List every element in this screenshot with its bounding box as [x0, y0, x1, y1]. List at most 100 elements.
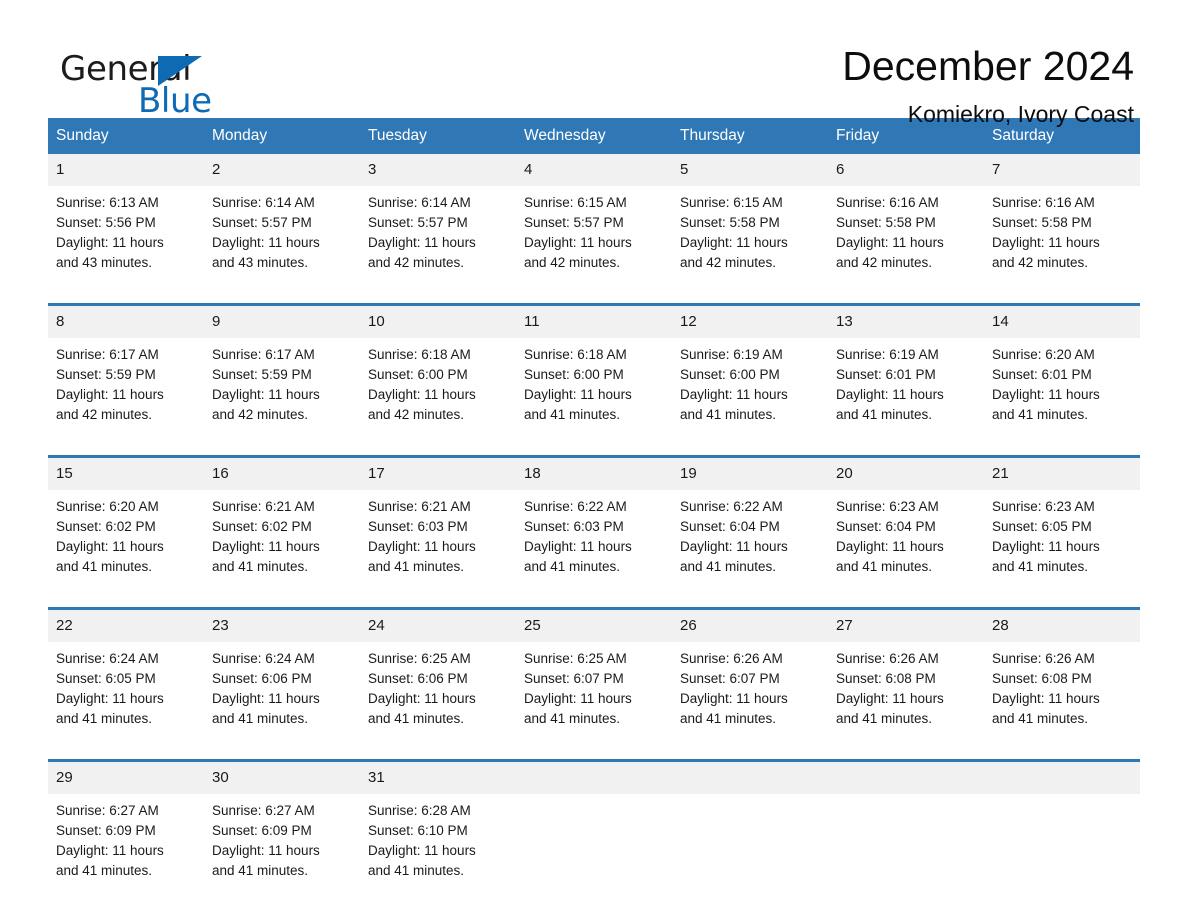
sunset-time: Sunset: 5:57 PM: [368, 215, 468, 230]
sunset-time: Sunset: 6:08 PM: [836, 671, 936, 686]
calendar-day-cell[interactable]: 5 Sunrise: 6:15 AM Sunset: 5:58 PM Daylight…: [672, 154, 828, 285]
day-details: Sunrise: 6:23 AM Sunset: 6:04 PM Daylight:…: [828, 490, 984, 589]
calendar-week-row: 22 Sunrise: 6:24 AM Sunset: 6:05 PM Dayligh…: [48, 607, 1140, 741]
calendar-day-cell[interactable]: 27 Sunrise: 6:26 AM Sunset: 6:08 PM Dayligh…: [828, 610, 984, 741]
daylight-duration-line2: and 42 minutes.: [368, 255, 465, 270]
daylight-duration-line2: and 42 minutes.: [680, 255, 777, 270]
page-header: General Blue December 2024 Komiekro, Ivo…: [48, 0, 1140, 127]
daylight-duration-line1: Daylight: 11 hours: [212, 539, 320, 554]
daylight-duration-line2: and 41 minutes.: [836, 407, 933, 422]
calendar-day-cell[interactable]: 9 Sunrise: 6:17 AM Sunset: 5:59 PM Daylight…: [204, 306, 360, 437]
sunrise-time: Sunrise: 6:26 AM: [680, 651, 783, 666]
daylight-duration-line2: and 41 minutes.: [680, 559, 777, 574]
weekday-header-wednesday: Wednesday: [524, 127, 606, 144]
calendar-day-cell[interactable]: 21 Sunrise: 6:23 AM Sunset: 6:05 PM Dayligh…: [984, 458, 1140, 589]
calendar-day-cell[interactable]: 24 Sunrise: 6:25 AM Sunset: 6:06 PM Dayligh…: [360, 610, 516, 741]
calendar-day-cell[interactable]: 8 Sunrise: 6:17 AM Sunset: 5:59 PM Daylight…: [48, 306, 204, 437]
daylight-duration-line2: and 42 minutes.: [524, 255, 621, 270]
calendar-day-cell[interactable]: 3 Sunrise: 6:14 AM Sunset: 5:57 PM Daylight…: [360, 154, 516, 285]
sunset-time: Sunset: 6:10 PM: [368, 823, 468, 838]
daylight-duration-line1: Daylight: 11 hours: [524, 539, 632, 554]
calendar-day-cell-empty: [828, 762, 984, 893]
sunrise-time: Sunrise: 6:19 AM: [680, 347, 783, 362]
calendar-day-cell[interactable]: 23 Sunrise: 6:24 AM Sunset: 6:06 PM Dayligh…: [204, 610, 360, 741]
daylight-duration-line2: and 41 minutes.: [524, 559, 621, 574]
day-details: Sunrise: 6:23 AM Sunset: 6:05 PM Daylight:…: [984, 490, 1140, 589]
day-details: Sunrise: 6:14 AM Sunset: 5:57 PM Daylight:…: [360, 186, 516, 285]
daylight-duration-line1: Daylight: 11 hours: [56, 691, 164, 706]
day-details: Sunrise: 6:14 AM Sunset: 5:57 PM Daylight:…: [204, 186, 360, 285]
sunset-time: Sunset: 6:00 PM: [680, 367, 780, 382]
calendar-day-cell[interactable]: 1 Sunrise: 6:13 AM Sunset: 5:56 PM Daylight…: [48, 154, 204, 285]
calendar-day-cell[interactable]: 14 Sunrise: 6:20 AM Sunset: 6:01 PM Dayligh…: [984, 306, 1140, 437]
day-number: 30: [204, 762, 360, 794]
sunrise-time: Sunrise: 6:20 AM: [56, 499, 159, 514]
day-details: Sunrise: 6:21 AM Sunset: 6:03 PM Daylight:…: [360, 490, 516, 589]
calendar-day-cell[interactable]: 31 Sunrise: 6:28 AM Sunset: 6:10 PM Dayligh…: [360, 762, 516, 893]
calendar-day-cell[interactable]: 16 Sunrise: 6:21 AM Sunset: 6:02 PM Dayligh…: [204, 458, 360, 589]
calendar-day-cell[interactable]: 2 Sunrise: 6:14 AM Sunset: 5:57 PM Daylight…: [204, 154, 360, 285]
calendar-day-cell[interactable]: 25 Sunrise: 6:25 AM Sunset: 6:07 PM Dayligh…: [516, 610, 672, 741]
calendar-day-cell[interactable]: 10 Sunrise: 6:18 AM Sunset: 6:00 PM Dayligh…: [360, 306, 516, 437]
daylight-duration-line1: Daylight: 11 hours: [56, 539, 164, 554]
generalblue-logo[interactable]: General Blue: [60, 42, 260, 120]
sunrise-time: Sunrise: 6:24 AM: [212, 651, 315, 666]
sunset-time: Sunset: 5:56 PM: [56, 215, 156, 230]
sunset-time: Sunset: 6:02 PM: [212, 519, 312, 534]
calendar-day-cell-empty: [984, 762, 1140, 893]
calendar-day-cell[interactable]: 29 Sunrise: 6:27 AM Sunset: 6:09 PM Dayligh…: [48, 762, 204, 893]
calendar-day-cell[interactable]: 11 Sunrise: 6:18 AM Sunset: 6:00 PM Dayligh…: [516, 306, 672, 437]
sunrise-sunset-calendar: Sunday Monday Tuesday Wednesday Thursday…: [48, 118, 1140, 911]
daylight-duration-line1: Daylight: 11 hours: [836, 235, 944, 250]
calendar-day-cell[interactable]: 30 Sunrise: 6:27 AM Sunset: 6:09 PM Dayligh…: [204, 762, 360, 893]
day-number: 13: [828, 306, 984, 338]
calendar-day-cell[interactable]: 15 Sunrise: 6:20 AM Sunset: 6:02 PM Dayligh…: [48, 458, 204, 589]
sunset-time: Sunset: 5:58 PM: [680, 215, 780, 230]
calendar-day-cell[interactable]: 4 Sunrise: 6:15 AM Sunset: 5:57 PM Daylight…: [516, 154, 672, 285]
day-number: 26: [672, 610, 828, 642]
day-details: [828, 794, 984, 813]
daylight-duration-line1: Daylight: 11 hours: [368, 691, 476, 706]
sunrise-time: Sunrise: 6:24 AM: [56, 651, 159, 666]
sunrise-time: Sunrise: 6:27 AM: [212, 803, 315, 818]
sunrise-time: Sunrise: 6:22 AM: [680, 499, 783, 514]
sunrise-time: Sunrise: 6:15 AM: [524, 195, 627, 210]
calendar-day-cell[interactable]: 6 Sunrise: 6:16 AM Sunset: 5:58 PM Daylight…: [828, 154, 984, 285]
week-row-spacer: [48, 741, 1140, 759]
sunrise-time: Sunrise: 6:14 AM: [368, 195, 471, 210]
sunrise-time: Sunrise: 6:17 AM: [56, 347, 159, 362]
calendar-day-cell[interactable]: 19 Sunrise: 6:22 AM Sunset: 6:04 PM Dayligh…: [672, 458, 828, 589]
calendar-day-cell[interactable]: 26 Sunrise: 6:26 AM Sunset: 6:07 PM Dayligh…: [672, 610, 828, 741]
sunrise-time: Sunrise: 6:26 AM: [836, 651, 939, 666]
daylight-duration-line1: Daylight: 11 hours: [524, 691, 632, 706]
sunrise-time: Sunrise: 6:23 AM: [992, 499, 1095, 514]
daylight-duration-line2: and 41 minutes.: [212, 559, 309, 574]
sunrise-time: Sunrise: 6:25 AM: [524, 651, 627, 666]
calendar-day-cell[interactable]: 18 Sunrise: 6:22 AM Sunset: 6:03 PM Dayligh…: [516, 458, 672, 589]
day-number: [516, 762, 672, 794]
sunset-time: Sunset: 6:01 PM: [836, 367, 936, 382]
calendar-day-cell[interactable]: 7 Sunrise: 6:16 AM Sunset: 5:58 PM Daylight…: [984, 154, 1140, 285]
day-number: 6: [828, 154, 984, 186]
day-number: 15: [48, 458, 204, 490]
title-block: December 2024 Komiekro, Ivory Coast: [842, 42, 1140, 128]
calendar-day-cell[interactable]: 13 Sunrise: 6:19 AM Sunset: 6:01 PM Dayligh…: [828, 306, 984, 437]
daylight-duration-line1: Daylight: 11 hours: [836, 691, 944, 706]
daylight-duration-line1: Daylight: 11 hours: [56, 235, 164, 250]
day-number: 23: [204, 610, 360, 642]
sunrise-time: Sunrise: 6:28 AM: [368, 803, 471, 818]
daylight-duration-line1: Daylight: 11 hours: [368, 387, 476, 402]
calendar-day-cell[interactable]: 12 Sunrise: 6:19 AM Sunset: 6:00 PM Dayligh…: [672, 306, 828, 437]
day-number: 4: [516, 154, 672, 186]
calendar-day-cell[interactable]: 17 Sunrise: 6:21 AM Sunset: 6:03 PM Dayligh…: [360, 458, 516, 589]
day-number: 14: [984, 306, 1140, 338]
calendar-day-cell[interactable]: 22 Sunrise: 6:24 AM Sunset: 6:05 PM Dayligh…: [48, 610, 204, 741]
daylight-duration-line1: Daylight: 11 hours: [212, 387, 320, 402]
day-details: Sunrise: 6:24 AM Sunset: 6:05 PM Daylight:…: [48, 642, 204, 741]
calendar-day-cell-empty: [672, 762, 828, 893]
calendar-day-cell[interactable]: 28 Sunrise: 6:26 AM Sunset: 6:08 PM Dayligh…: [984, 610, 1140, 741]
day-details: Sunrise: 6:27 AM Sunset: 6:09 PM Daylight:…: [48, 794, 204, 893]
calendar-day-cell[interactable]: 20 Sunrise: 6:23 AM Sunset: 6:04 PM Dayligh…: [828, 458, 984, 589]
daylight-duration-line2: and 41 minutes.: [56, 559, 153, 574]
sunset-time: Sunset: 6:05 PM: [56, 671, 156, 686]
